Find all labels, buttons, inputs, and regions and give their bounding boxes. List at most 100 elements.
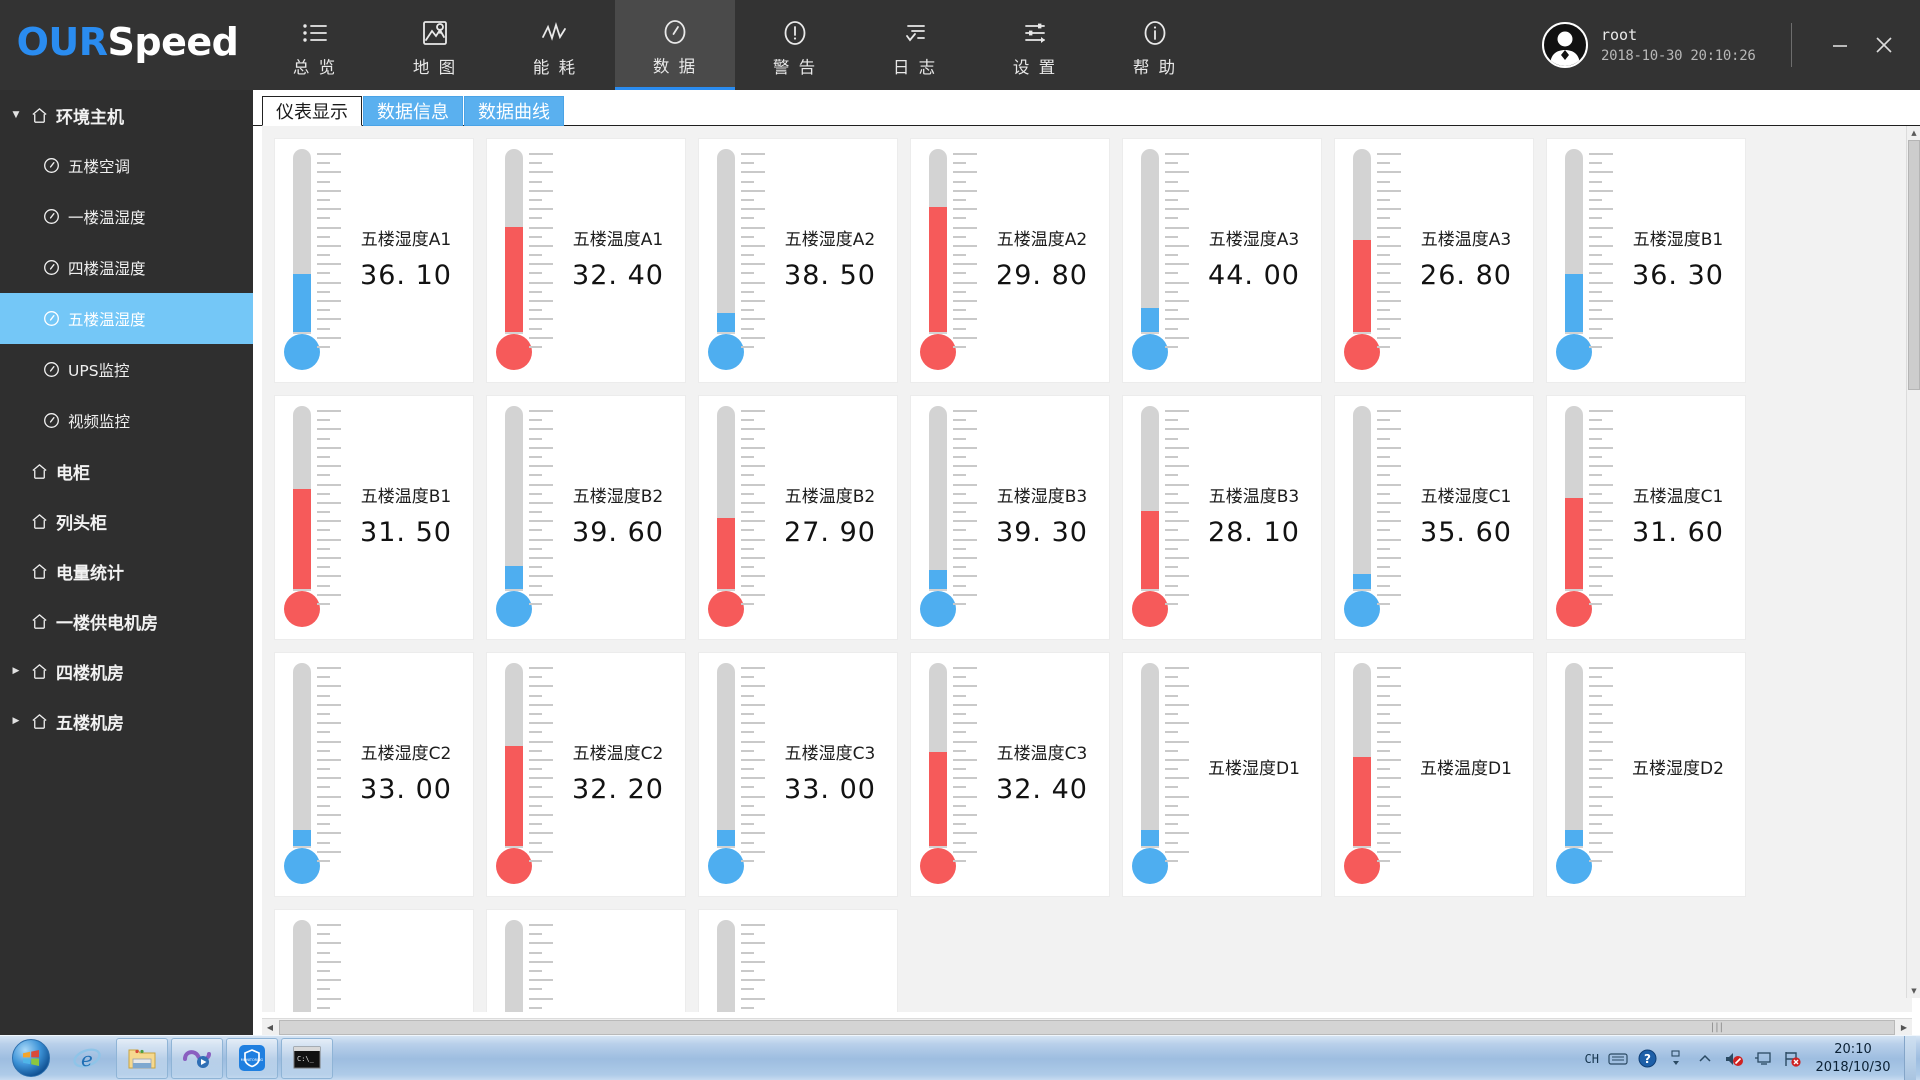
close-button[interactable]: [1862, 23, 1906, 67]
gauge-card[interactable]: 五楼湿度D3: [486, 909, 686, 1012]
chevron-right-icon[interactable]: ▶: [9, 666, 23, 676]
tick-mark: [953, 740, 977, 743]
taskbar-clock[interactable]: 20:10 2018/10/30: [1811, 1041, 1895, 1076]
gauge-card[interactable]: 五楼湿度A3 44. 00: [1122, 138, 1322, 383]
chevron-down-icon[interactable]: ▼: [9, 110, 23, 120]
tick-mark: [1377, 703, 1401, 706]
hidden-icons-chevron-icon[interactable]: [1666, 1049, 1686, 1069]
command-prompt-icon[interactable]: C:\_: [281, 1037, 333, 1079]
gauge-card[interactable]: 五楼温度D1: [1334, 652, 1534, 897]
nav-item-3[interactable]: 能 耗: [495, 0, 615, 90]
app-logo[interactable]: OUR Speed: [0, 0, 255, 90]
sidebar-group-9[interactable]: ▶ 列头柜: [0, 496, 253, 546]
gauge-card[interactable]: 五楼湿度C1 35. 60: [1334, 395, 1534, 640]
tick-mark: [1589, 859, 1602, 862]
sidebar-item-4[interactable]: 四楼温湿度: [0, 242, 253, 293]
chevron-right-icon[interactable]: ▶: [9, 716, 23, 726]
internet-explorer-icon[interactable]: e: [61, 1038, 113, 1079]
file-explorer-icon[interactable]: [116, 1037, 168, 1079]
gauge-label: 五楼温度B3: [1208, 486, 1300, 507]
tick-mark: [1377, 474, 1390, 477]
sidebar-item-2[interactable]: 五楼空调: [0, 140, 253, 191]
show-desktop-button[interactable]: [1904, 1036, 1916, 1080]
nav-item-6[interactable]: 日 志: [855, 0, 975, 90]
tab-3[interactable]: 数据曲线: [464, 96, 564, 126]
gauge-card[interactable]: 五楼湿度B2 39. 60: [486, 395, 686, 640]
sidebar-group-11[interactable]: ▶ 一楼供电机房: [0, 596, 253, 646]
sidebar-group-1[interactable]: ▼ 环境主机: [0, 90, 253, 140]
nav-item-2[interactable]: 地 图: [375, 0, 495, 90]
input-method-indicator[interactable]: CH: [1585, 1049, 1599, 1069]
gauge-card[interactable]: 五楼温度A3 26. 80: [1334, 138, 1534, 383]
gauge-card[interactable]: 五楼湿度B3 39. 30: [910, 395, 1110, 640]
nav-item-7[interactable]: 设 置: [975, 0, 1095, 90]
sidebar-item-6[interactable]: UPS监控: [0, 344, 253, 395]
gauge-card[interactable]: 五楼温度B3 28. 10: [1122, 395, 1322, 640]
scroll-right-arrow[interactable]: ▶: [1896, 1019, 1912, 1035]
tick-mark: [317, 162, 330, 165]
tick-mark: [953, 850, 977, 853]
thermometer-graphic: [911, 653, 981, 896]
sidebar-item-5[interactable]: 五楼温湿度: [0, 293, 253, 344]
start-button[interactable]: [4, 1038, 58, 1079]
gauge-card[interactable]: 五楼温度D3: [698, 909, 898, 1012]
monitoring-shield-icon[interactable]: MONITORING: [226, 1037, 278, 1079]
scroll-up-arrow[interactable]: ▲: [1907, 126, 1920, 140]
thermometer-bulb: [284, 848, 320, 884]
nav-item-1[interactable]: 总 览: [255, 0, 375, 90]
media-player-icon[interactable]: [171, 1037, 223, 1079]
divider: [1791, 23, 1792, 67]
horizontal-scroll-thumb[interactable]: |||: [279, 1019, 1895, 1035]
gauge-card[interactable]: 五楼湿度D2: [1546, 652, 1746, 897]
keyboard-icon[interactable]: [1608, 1049, 1628, 1069]
gauge-card[interactable]: 五楼湿度B1 36. 30: [1546, 138, 1746, 383]
gauge-card[interactable]: 五楼湿度D1: [1122, 652, 1322, 897]
tick-mark: [317, 777, 341, 780]
sidebar-item-3[interactable]: 一楼温湿度: [0, 191, 253, 242]
show-hidden-icons-icon[interactable]: [1695, 1049, 1715, 1069]
nav-item-5[interactable]: 警 告: [735, 0, 855, 90]
tick-mark: [317, 465, 341, 468]
tick-mark: [1165, 153, 1189, 155]
gauge-card[interactable]: 五楼湿度C3 33. 00: [698, 652, 898, 897]
tab-1[interactable]: 仪表显示: [262, 96, 362, 126]
sidebar-item-7[interactable]: 视频监控: [0, 395, 253, 446]
tick-mark: [741, 318, 765, 321]
scroll-down-arrow[interactable]: ▼: [1907, 984, 1920, 998]
scroll-left-arrow[interactable]: ◀: [262, 1019, 278, 1035]
vertical-scrollbar[interactable]: ▲ ▼: [1906, 126, 1920, 998]
gauge-card[interactable]: 五楼温度A2 29. 80: [910, 138, 1110, 383]
volume-muted-icon[interactable]: [1724, 1049, 1744, 1069]
avatar[interactable]: [1542, 22, 1588, 68]
sidebar-group-13[interactable]: ▶ 五楼机房: [0, 696, 253, 746]
minimize-button[interactable]: [1818, 23, 1862, 67]
tick-mark: [1589, 602, 1602, 605]
gauge-card[interactable]: 五楼温度B2 27. 90: [698, 395, 898, 640]
nav-item-label: 数 据: [652, 56, 698, 76]
gauge-card[interactable]: 五楼湿度A2 38. 50: [698, 138, 898, 383]
tab-2[interactable]: 数据信息: [363, 96, 463, 126]
horizontal-scrollbar[interactable]: ◀ ||| ▶: [262, 1018, 1912, 1035]
help-icon[interactable]: ?: [1637, 1049, 1657, 1069]
network-icon[interactable]: [1753, 1049, 1773, 1069]
gauge-icon: [43, 260, 59, 275]
gauge-card[interactable]: 五楼温度D2: [274, 909, 474, 1012]
nav-item-8[interactable]: 帮 助: [1095, 0, 1215, 90]
gauge-card[interactable]: 五楼温度C1 31. 60: [1546, 395, 1746, 640]
tick-mark: [741, 712, 754, 715]
nav-item-4[interactable]: 数 据: [615, 0, 735, 90]
gauge-card[interactable]: 五楼温度C3 32. 40: [910, 652, 1110, 897]
gauge-card[interactable]: 五楼温度C2 32. 20: [486, 652, 686, 897]
gauge-card[interactable]: 五楼温度B1 31. 50: [274, 395, 474, 640]
sidebar-group-12[interactable]: ▶ 四楼机房: [0, 646, 253, 696]
tick-mark: [1589, 538, 1613, 541]
sidebar-group-8[interactable]: ▶ 电柜: [0, 446, 253, 496]
tick-mark: [953, 511, 966, 514]
gauge-card[interactable]: 五楼湿度C2 33. 00: [274, 652, 474, 897]
gauge-card[interactable]: 五楼温度A1 32. 40: [486, 138, 686, 383]
vertical-scroll-thumb[interactable]: [1908, 140, 1920, 390]
tick-mark: [1589, 786, 1602, 789]
gauge-card[interactable]: 五楼湿度A1 36. 10: [274, 138, 474, 383]
action-center-icon[interactable]: [1782, 1049, 1802, 1069]
sidebar-group-10[interactable]: ▶ 电量统计: [0, 546, 253, 596]
